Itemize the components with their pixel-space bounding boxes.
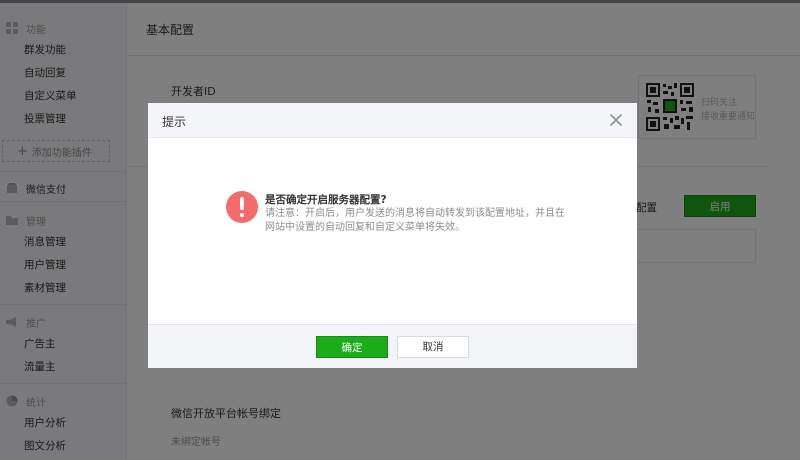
dialog-header: 提示 — [148, 103, 637, 138]
cancel-button[interactable]: 取消 — [397, 336, 469, 358]
warning-icon — [226, 191, 258, 223]
dialog-title: 提示 — [162, 115, 187, 129]
close-icon[interactable] — [607, 111, 625, 129]
warning-icon-dot — [240, 213, 244, 217]
confirm-button[interactable]: 确定 — [316, 336, 388, 358]
dialog-message-title: 是否确定开启服务器配置? — [265, 194, 387, 206]
dialog-body: 是否确定开启服务器配置? 请注意：开启后，用户发送的消息将自动转发到该配置地址，… — [148, 138, 637, 324]
confirm-dialog: 提示 是否确定开启服务器配置? 请注意：开启后，用户发送的消息将自动转发到该配置… — [148, 103, 637, 368]
dialog-message-desc: 请注意：开启后，用户发送的消息将自动转发到该配置地址，并且在网站中设置的自动回复… — [265, 208, 565, 233]
dialog-footer: 确定 取消 — [148, 324, 637, 368]
warning-icon-bar — [240, 197, 244, 210]
